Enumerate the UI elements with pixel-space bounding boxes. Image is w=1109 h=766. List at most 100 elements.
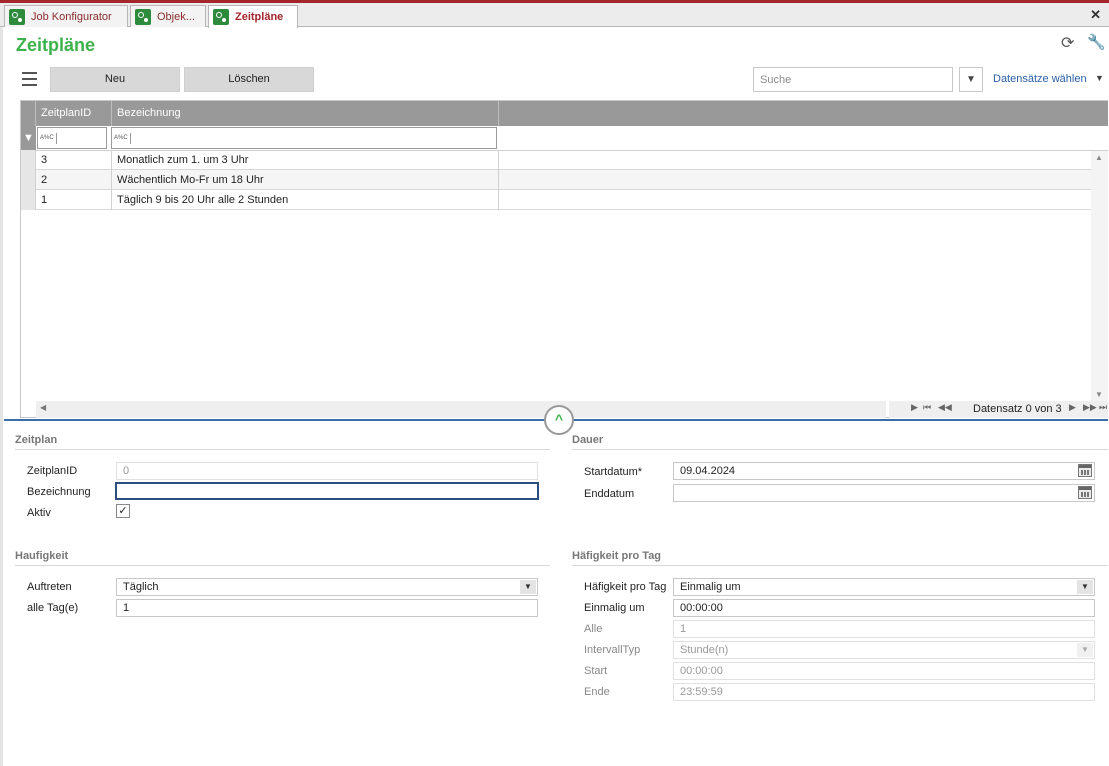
bezeichnung-field[interactable] xyxy=(115,482,539,500)
ende-label: Ende xyxy=(584,686,610,698)
intervalltyp-label: IntervallTyp xyxy=(584,644,641,656)
intervalltyp-select: Stunde(n) ▼ xyxy=(673,641,1095,659)
pager-next-record-icon[interactable]: ▶ xyxy=(1069,402,1076,413)
collapse-chevron-icon[interactable]: ^ xyxy=(544,405,574,435)
alle-label: Alle xyxy=(584,623,603,635)
table-row[interactable]: 1 Täglich 9 bis 20 Uhr alle 2 Stunden xyxy=(21,190,1091,210)
filter-operator-icon[interactable]: A%C xyxy=(114,133,131,144)
ende-field: 23:59:59 xyxy=(673,683,1095,701)
column-header-zeitplanid[interactable]: ZeitplanID xyxy=(36,101,112,126)
startdatum-value: 09.04.2024 xyxy=(680,465,736,477)
row-selector[interactable] xyxy=(21,190,36,210)
zeitplanid-field[interactable]: 0 xyxy=(116,462,538,480)
filter-funnel-icon[interactable]: ▼ xyxy=(21,126,36,150)
vertical-scrollbar[interactable]: ▲ ▼ xyxy=(1091,151,1108,401)
chevron-down-icon[interactable]: ▼ xyxy=(520,580,536,594)
table-row[interactable]: 3 Monatlich zum 1. um 3 Uhr xyxy=(21,150,1091,170)
delete-button[interactable]: Löschen xyxy=(184,67,314,92)
cell-bezeichnung: Wächentlich Mo-Fr um 18 Uhr xyxy=(112,170,499,190)
pager-next-page-icon[interactable]: ▶▶ xyxy=(1083,402,1097,413)
filter-operator-icon[interactable]: A%C xyxy=(40,133,57,144)
new-button[interactable]: Neu xyxy=(50,67,180,92)
auftreten-label: Auftreten xyxy=(27,581,72,593)
tab-objekte[interactable]: Objek... xyxy=(130,5,206,27)
pager-prev-page-icon[interactable]: ◀◀ xyxy=(938,402,952,413)
row-selector-header xyxy=(21,101,36,126)
calendar-icon[interactable] xyxy=(1078,464,1092,477)
pager-first-icon[interactable]: ⏮ xyxy=(923,402,931,413)
row-selector[interactable] xyxy=(21,170,36,190)
search-input[interactable] xyxy=(753,67,953,92)
intervalltyp-value: Stunde(n) xyxy=(680,644,729,656)
enddatum-field[interactable] xyxy=(673,484,1095,502)
chevron-down-icon: ▼ xyxy=(1077,643,1093,657)
startdatum-label: Startdatum* xyxy=(584,466,643,478)
workflow-icon xyxy=(9,8,25,25)
section-title-haufigkeit: Haufigkeit xyxy=(15,550,69,562)
section-divider xyxy=(15,565,550,566)
tab-label: Job Konfigurator xyxy=(31,10,112,23)
horizontal-scrollbar[interactable]: ◀ xyxy=(36,401,886,418)
startdatum-field[interactable]: 09.04.2024 xyxy=(673,462,1095,480)
hamburger-menu-icon[interactable] xyxy=(22,72,37,90)
table-row[interactable]: 2 Wächentlich Mo-Fr um 18 Uhr xyxy=(21,170,1091,190)
pager-next-icon[interactable]: ▶ xyxy=(911,402,918,413)
scroll-up-icon[interactable]: ▲ xyxy=(1095,153,1103,162)
scroll-left-icon[interactable]: ◀ xyxy=(40,403,46,412)
einmalig-field[interactable]: 00:00:00 xyxy=(673,599,1095,617)
section-title-dauer: Dauer xyxy=(572,434,604,446)
workflow-icon xyxy=(213,9,229,25)
haefigkeit-select[interactable]: Einmalig um ▼ xyxy=(673,578,1095,596)
zeitplanid-label: ZeitplanID xyxy=(27,465,78,477)
alle-tage-field[interactable]: 1 xyxy=(116,599,538,617)
einmalig-label: Einmalig um xyxy=(584,602,645,614)
pager-last-icon[interactable]: ⏭ xyxy=(1099,402,1107,413)
tab-job-konfigurator[interactable]: Job Konfigurator xyxy=(4,5,128,27)
section-title-zeitplan: Zeitplan xyxy=(15,434,58,446)
section-divider xyxy=(572,449,1108,450)
section-divider xyxy=(572,565,1108,566)
bezeichnung-label: Bezeichnung xyxy=(27,486,91,498)
cell-bezeichnung: Monatlich zum 1. um 3 Uhr xyxy=(112,150,499,170)
auftreten-select[interactable]: Täglich ▼ xyxy=(116,578,538,596)
haefigkeit-value: Einmalig um xyxy=(680,581,741,593)
enddatum-label: Enddatum xyxy=(584,488,635,500)
tab-label: Objek... xyxy=(157,10,195,23)
refresh-icon[interactable]: ⟳ xyxy=(1061,33,1074,53)
chevron-down-icon[interactable]: ▼ xyxy=(1077,580,1093,594)
haefigkeit-label: Häfigkeit pro Tag xyxy=(584,581,667,593)
aktiv-label: Aktiv xyxy=(27,507,51,519)
filter-input-zeitplanid[interactable]: A%C xyxy=(37,127,107,149)
start-field: 00:00:00 xyxy=(673,662,1095,680)
column-header-bezeichnung[interactable]: Bezeichnung xyxy=(112,101,499,126)
cell-zeitplanid: 3 xyxy=(36,150,112,170)
row-selector[interactable] xyxy=(21,150,36,170)
scroll-down-icon[interactable]: ▼ xyxy=(1095,390,1103,399)
close-icon[interactable]: ✕ xyxy=(1090,7,1101,23)
grid-filter-row: ▼ A%C A%C xyxy=(21,126,1108,151)
grid-header: ZeitplanID Bezeichnung xyxy=(21,101,1108,126)
alle-field: 1 xyxy=(673,620,1095,638)
tab-label: Zeitpläne xyxy=(235,11,284,23)
left-edge xyxy=(0,27,3,766)
cell-bezeichnung: Täglich 9 bis 20 Uhr alle 2 Stunden xyxy=(112,190,499,210)
pager-status: Datensatz 0 von 3 xyxy=(973,403,1062,415)
cell-zeitplanid: 1 xyxy=(36,190,112,210)
section-divider xyxy=(15,449,550,450)
page-title: Zeitpläne xyxy=(16,35,96,55)
section-title-pro-tag: Häfigkeit pro Tag xyxy=(572,550,662,562)
start-label: Start xyxy=(584,665,608,677)
schedule-grid: ZeitplanID Bezeichnung ▼ A%C A%C 3 Monat… xyxy=(20,100,1108,418)
tab-zeitplaene[interactable]: Zeitpläne xyxy=(208,5,298,28)
filter-input-bezeichnung[interactable]: A%C xyxy=(111,127,497,149)
auftreten-value: Täglich xyxy=(123,581,159,593)
records-select-link[interactable]: Datensätze wählen xyxy=(993,73,1087,85)
workflow-icon xyxy=(135,8,151,25)
caret-down-icon[interactable]: ▼ xyxy=(1095,73,1104,83)
filter-dropdown-button[interactable]: ▼ xyxy=(959,67,983,92)
wrench-icon[interactable]: 🔧 xyxy=(1087,33,1106,51)
aktiv-checkbox[interactable]: ✓ xyxy=(116,504,130,518)
triangle-down-icon: ▼ xyxy=(966,74,976,85)
calendar-icon[interactable] xyxy=(1078,486,1092,499)
alle-tage-label: alle Tag(e) xyxy=(27,602,79,614)
